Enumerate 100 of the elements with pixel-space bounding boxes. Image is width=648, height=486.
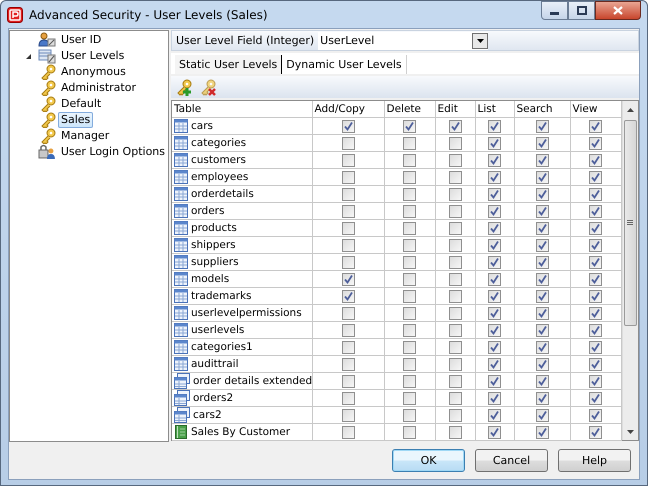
permission-checkbox[interactable] <box>403 306 416 320</box>
permission-checkbox[interactable] <box>342 154 354 166</box>
scrollbar-thumb[interactable] <box>624 120 637 326</box>
permission-checkbox[interactable] <box>488 358 501 370</box>
close-button[interactable] <box>595 1 641 20</box>
permission-checkbox[interactable] <box>536 340 548 354</box>
permission-checkbox[interactable] <box>342 340 354 354</box>
permission-checkbox[interactable] <box>448 306 462 320</box>
permission-checkbox[interactable] <box>536 324 548 336</box>
permission-checkbox[interactable] <box>589 374 602 388</box>
permission-checkbox[interactable] <box>488 340 501 354</box>
permission-checkbox[interactable] <box>403 426 416 438</box>
permission-checkbox[interactable] <box>536 256 548 268</box>
permission-checkbox[interactable] <box>589 392 602 404</box>
permission-checkbox[interactable] <box>342 408 354 422</box>
tree-item[interactable]: Default <box>58 96 104 112</box>
permission-checkbox[interactable] <box>488 374 501 388</box>
permission-checkbox[interactable] <box>448 392 462 404</box>
permission-checkbox[interactable] <box>448 256 462 268</box>
permission-checkbox[interactable] <box>536 290 548 302</box>
permission-checkbox[interactable] <box>536 306 548 320</box>
permission-checkbox[interactable] <box>589 188 602 200</box>
permission-checkbox[interactable] <box>342 272 354 286</box>
permission-checkbox[interactable] <box>589 238 602 252</box>
permission-checkbox[interactable] <box>536 408 548 422</box>
permission-checkbox[interactable] <box>403 408 416 422</box>
collapse-arrow-icon[interactable] <box>24 52 32 60</box>
permission-checkbox[interactable] <box>448 374 462 388</box>
permission-checkbox[interactable] <box>589 290 602 302</box>
permission-checkbox[interactable] <box>403 374 416 388</box>
permission-checkbox[interactable] <box>403 170 416 184</box>
tree-item[interactable]: User ID <box>58 32 104 48</box>
permission-checkbox[interactable] <box>448 204 462 218</box>
permission-checkbox[interactable] <box>488 204 501 218</box>
permission-checkbox[interactable] <box>536 136 548 150</box>
permission-checkbox[interactable] <box>448 272 462 286</box>
permission-checkbox[interactable] <box>488 120 501 132</box>
permission-checkbox[interactable] <box>488 272 501 286</box>
permission-checkbox[interactable] <box>536 204 548 218</box>
permission-checkbox[interactable] <box>536 222 548 234</box>
tree-item[interactable]: Sales <box>58 112 94 128</box>
tree-item[interactable]: Administrator <box>58 80 139 96</box>
tree-item[interactable]: User Login Options <box>58 144 168 160</box>
permission-checkbox[interactable] <box>342 120 354 132</box>
permission-checkbox[interactable] <box>448 154 462 166</box>
column-header[interactable]: Search <box>514 101 570 118</box>
permission-checkbox[interactable] <box>536 374 548 388</box>
permission-checkbox[interactable] <box>342 290 354 302</box>
permission-checkbox[interactable] <box>403 154 416 166</box>
permission-checkbox[interactable] <box>536 392 548 404</box>
permission-checkbox[interactable] <box>448 170 462 184</box>
permission-checkbox[interactable] <box>342 204 354 218</box>
permission-checkbox[interactable] <box>342 392 354 404</box>
permission-checkbox[interactable] <box>589 136 602 150</box>
permission-checkbox[interactable] <box>589 306 602 320</box>
permission-checkbox[interactable] <box>448 222 462 234</box>
permission-checkbox[interactable] <box>448 426 462 438</box>
permission-checkbox[interactable] <box>342 374 354 388</box>
permission-checkbox[interactable] <box>448 324 462 336</box>
permission-checkbox[interactable] <box>589 222 602 234</box>
permission-checkbox[interactable] <box>403 290 416 302</box>
permission-checkbox[interactable] <box>403 204 416 218</box>
permission-checkbox[interactable] <box>488 256 501 268</box>
dialog-button[interactable]: Cancel <box>475 449 548 472</box>
permission-checkbox[interactable] <box>448 340 462 354</box>
permission-checkbox[interactable] <box>589 170 602 184</box>
dialog-button[interactable]: OK <box>392 449 465 472</box>
column-header[interactable]: Table <box>172 101 312 118</box>
permission-checkbox[interactable] <box>342 358 354 370</box>
permission-checkbox[interactable] <box>342 256 354 268</box>
permission-checkbox[interactable] <box>488 238 501 252</box>
permission-checkbox[interactable] <box>342 136 354 150</box>
permission-checkbox[interactable] <box>488 170 501 184</box>
permission-checkbox[interactable] <box>536 238 548 252</box>
column-header[interactable]: Edit <box>435 101 475 118</box>
permission-checkbox[interactable] <box>448 238 462 252</box>
permission-checkbox[interactable] <box>536 120 548 132</box>
permission-checkbox[interactable] <box>589 204 602 218</box>
permission-checkbox[interactable] <box>403 340 416 354</box>
permission-checkbox[interactable] <box>536 170 548 184</box>
permission-checkbox[interactable] <box>403 120 416 132</box>
permission-checkbox[interactable] <box>488 426 501 438</box>
permission-checkbox[interactable] <box>536 272 548 286</box>
permission-checkbox[interactable] <box>488 154 501 166</box>
permission-checkbox[interactable] <box>536 154 548 166</box>
add-key-button[interactable] <box>175 78 193 96</box>
permission-checkbox[interactable] <box>488 222 501 234</box>
column-header[interactable]: List <box>475 101 514 118</box>
permission-checkbox[interactable] <box>589 120 602 132</box>
minimize-button[interactable] <box>541 1 568 20</box>
permission-checkbox[interactable] <box>448 136 462 150</box>
permission-checkbox[interactable] <box>488 188 501 200</box>
permission-checkbox[interactable] <box>403 392 416 404</box>
tree-item[interactable]: Anonymous <box>58 64 129 80</box>
permission-checkbox[interactable] <box>589 154 602 166</box>
dialog-button[interactable]: Help <box>558 449 631 472</box>
user-level-dropdown[interactable]: UserLevel <box>318 32 488 50</box>
permission-checkbox[interactable] <box>589 426 602 438</box>
tree-item[interactable]: User Levels <box>58 48 128 64</box>
permission-checkbox[interactable] <box>488 136 501 150</box>
